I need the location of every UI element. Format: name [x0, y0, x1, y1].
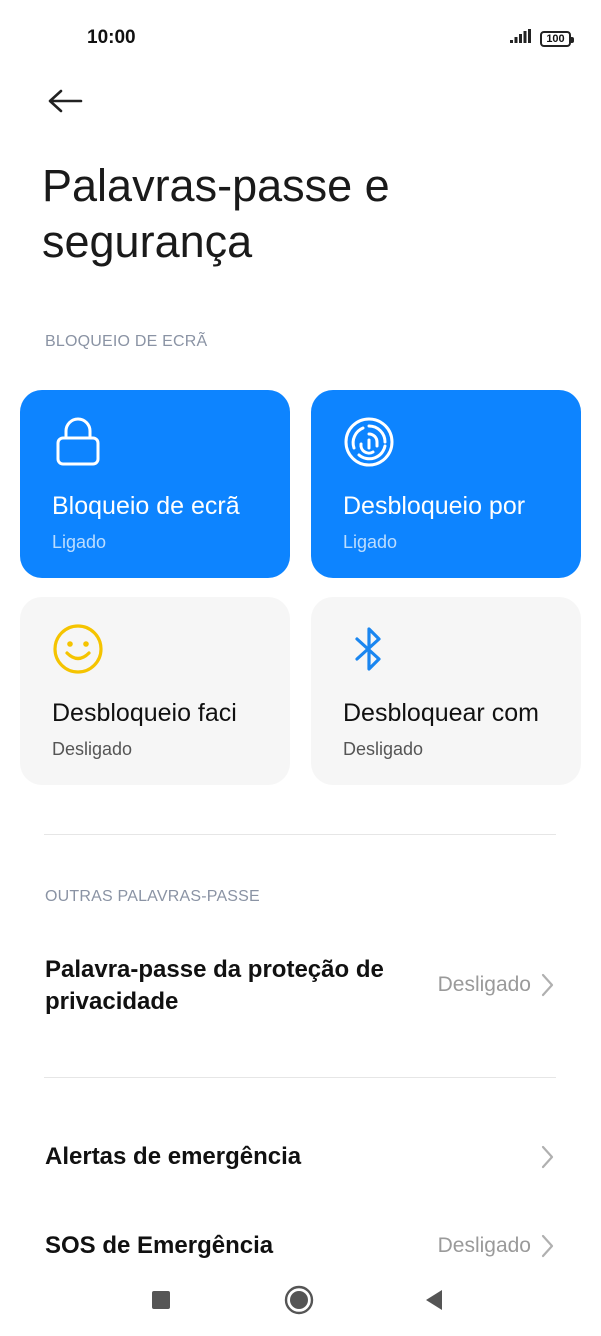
row-value: Desligado [437, 973, 531, 996]
back-arrow-icon [47, 89, 83, 118]
card-face-unlock[interactable]: Desbloqueio faci Desligado [20, 597, 290, 785]
fingerprint-icon [343, 416, 395, 468]
row-title: Alertas de emergência [45, 1143, 302, 1170]
card-title: Desbloqueio faci [52, 699, 237, 727]
lock-icon [52, 416, 104, 468]
card-title: Bloqueio de ecrã [52, 492, 240, 520]
emergency-sos-row[interactable]: SOS de Emergência Desligado [0, 1214, 601, 1274]
section-header-screen-lock: BLOQUEIO DE ECRÃ [45, 333, 208, 350]
card-title: Desbloquear com [343, 699, 539, 727]
card-screen-lock[interactable]: Bloqueio de ecrã Ligado [20, 390, 290, 578]
status-bar: 10:00 100 [0, 0, 601, 76]
emergency-alerts-row[interactable]: Alertas de emergência [0, 1125, 601, 1191]
row-value: Desligado [437, 1234, 531, 1257]
card-status: Ligado [52, 532, 107, 552]
divider [44, 834, 556, 835]
status-icons: 100 [510, 29, 574, 48]
circle-icon [284, 1285, 314, 1320]
card-fingerprint-unlock[interactable]: Desbloqueio por Ligado [311, 390, 581, 578]
row-title: SOS de Emergência [45, 1232, 274, 1259]
card-status: Desligado [52, 739, 133, 759]
privacy-password-row[interactable]: Palavra-passe da proteção de privacidade… [0, 940, 601, 1030]
section-header-other-passwords: OUTRAS PALAVRAS-PASSE [45, 888, 260, 905]
card-bluetooth-unlock[interactable]: Desbloquear com Desligado [311, 597, 581, 785]
battery-icon: 100 [540, 30, 574, 47]
recent-apps-button[interactable] [141, 1282, 181, 1322]
triangle-back-icon [424, 1289, 444, 1316]
square-icon [151, 1290, 171, 1315]
back-button[interactable] [40, 80, 90, 126]
card-status: Ligado [343, 532, 398, 552]
face-icon [52, 623, 104, 675]
status-time: 10:00 [87, 27, 136, 48]
row-title: Palavra-passe da proteção de privacidade [45, 956, 384, 1015]
back-nav-button[interactable] [414, 1282, 454, 1322]
battery-level: 100 [546, 32, 565, 45]
chevron-right-icon [538, 972, 556, 998]
card-title: Desbloqueio por [343, 492, 526, 520]
signal-icon [510, 29, 532, 48]
page-title: Palavras-passe e segurança [42, 160, 390, 267]
divider [44, 1077, 556, 1078]
navigation-bar [0, 1268, 601, 1336]
card-status: Desligado [343, 739, 424, 759]
chevron-right-icon [538, 1233, 556, 1259]
home-button[interactable] [279, 1282, 319, 1322]
chevron-right-icon [538, 1144, 556, 1170]
bluetooth-icon [343, 623, 395, 675]
